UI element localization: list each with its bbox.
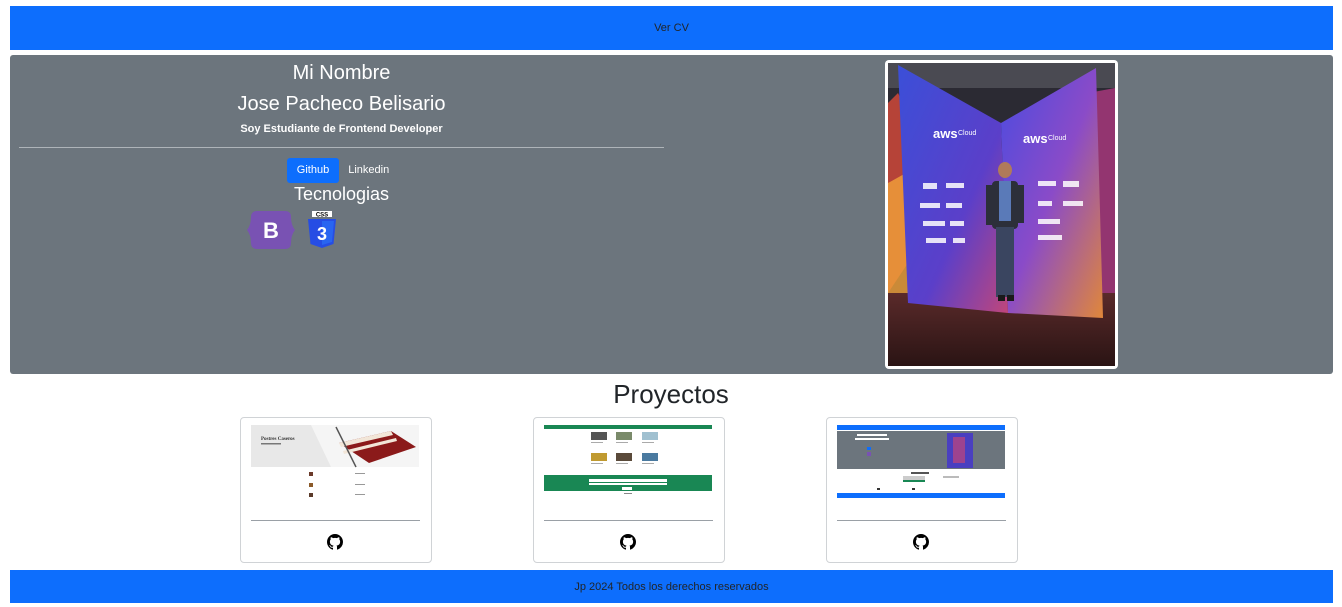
role-subtitle: Soy Estudiante de Frontend Developer xyxy=(240,123,443,135)
hero-info: Mi Nombre Jose Pacheco Belisario Soy Est… xyxy=(19,55,664,205)
project-card xyxy=(533,417,725,563)
github-icon[interactable] xyxy=(327,534,343,550)
svg-text:3: 3 xyxy=(317,224,327,244)
social-links: Github Linkedin xyxy=(19,158,664,183)
hero-section: Mi Nombre Jose Pacheco Belisario Soy Est… xyxy=(10,55,1333,374)
svg-text:aws: aws xyxy=(933,126,958,141)
linkedin-link[interactable]: Linkedin xyxy=(341,158,396,183)
project-thumbnail[interactable] xyxy=(837,425,1005,503)
full-name: Jose Pacheco Belisario xyxy=(237,93,446,115)
css3-icon: CSS 3 xyxy=(308,211,336,248)
svg-text:Cloud: Cloud xyxy=(1048,135,1066,142)
project-thumbnail[interactable]: Postres Caseros xyxy=(251,425,419,503)
tech-icons: B CSS 3 xyxy=(247,211,337,249)
card-divider xyxy=(544,520,713,521)
hero-divider xyxy=(19,147,664,148)
tech-title: Tecnologias xyxy=(293,184,390,204)
project-card: Postres Caseros xyxy=(240,417,432,563)
top-navbar: Ver CV xyxy=(10,6,1333,50)
project-thumbnail[interactable] xyxy=(544,425,712,503)
view-cv-link[interactable]: Ver CV xyxy=(654,22,689,34)
svg-text:B: B xyxy=(263,218,279,243)
github-icon[interactable] xyxy=(620,534,636,550)
bootstrap-icon: B xyxy=(247,211,295,249)
github-button[interactable]: Github xyxy=(286,158,340,183)
projects-title: Proyectos xyxy=(613,379,729,409)
svg-text:aws: aws xyxy=(1023,131,1048,146)
profile-photo: aws Cloud aws Cloud xyxy=(885,60,1118,369)
card-divider xyxy=(837,520,1006,521)
github-icon[interactable] xyxy=(913,534,929,550)
footer: Jp 2024 Todos los derechos reservados xyxy=(10,570,1333,603)
name-label: Mi Nombre xyxy=(292,62,391,84)
project-card xyxy=(826,417,1018,563)
svg-text:CSS: CSS xyxy=(316,213,328,219)
footer-text: Jp 2024 Todos los derechos reservados xyxy=(574,580,769,593)
project-thumb-title: Postres Caseros xyxy=(261,437,295,442)
card-divider xyxy=(251,520,420,521)
svg-text:Cloud: Cloud xyxy=(958,130,976,137)
